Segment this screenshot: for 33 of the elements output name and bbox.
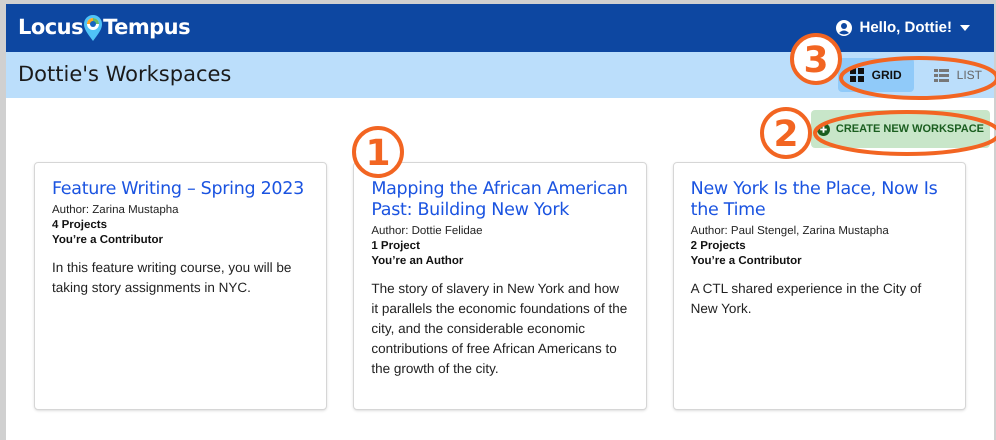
logo-text: Locus [18, 14, 84, 42]
callout-circle [760, 107, 812, 159]
author-text: Author: Dottie Felidae [371, 224, 484, 239]
view-tab[interactable]: LIST [926, 58, 990, 92]
logo-text: Tempus [103, 14, 190, 42]
workspace-card[interactable]: New York Is the Place, Now Is the Time Author: Paul Stengel, Zarina Mustapha 2 Projects You’re a Contributor A CTL shared experience in the City of New York. [672, 162, 966, 410]
role-text: You’re a Contributor [52, 233, 164, 248]
author-text: Author: Paul Stengel, Zarina Mustapha [690, 224, 890, 239]
role-text: You’re an Author [371, 254, 464, 269]
project-count: 4 Projects [52, 218, 108, 233]
workspace-description: In this feature writing course, you will be taking story assignments in NYC. [52, 259, 292, 297]
workspace-description: A CTL shared experience in the City of New York. [690, 280, 922, 318]
callout-number: 3 [803, 40, 829, 81]
workspace-card[interactable]: Feature Writing – Spring 2023 Author: Zarina Mustapha 4 Projects You’re a Contributor In this feature writing course, you will be taking story assignments in NYC. [34, 162, 328, 410]
workspace-description: The story of slavery in New York and how it parallels the economic foundations of the city, and the considerable economic contributions of free African Americans to the growth of the city. [371, 280, 628, 378]
page-title: Dottie's Workspaces [18, 61, 232, 88]
workspace-title[interactable]: Feature Writing – Spring 2023 [52, 179, 310, 200]
workspace-title[interactable]: New York Is the Place, Now Is the Time [690, 179, 948, 221]
role-text: You’re a Contributor [690, 254, 803, 269]
callout-circle [352, 126, 404, 178]
project-count: 2 Projects [690, 239, 747, 254]
callout-number: 1 [365, 133, 391, 174]
grid-icon [850, 68, 864, 82]
list-icon [934, 68, 949, 82]
plus-icon [816, 122, 830, 136]
project-count: 1 Project [371, 239, 421, 254]
pin-icon [83, 14, 104, 42]
author-text: Author: Zarina Mustapha [52, 203, 180, 218]
user-menu[interactable]: Hello, Dottie! [836, 16, 982, 40]
caret-icon [960, 25, 970, 31]
callout-number: 2 [773, 114, 799, 155]
workspace-title[interactable]: Mapping the African American Past: Building New York [371, 179, 629, 221]
user-icon [836, 20, 852, 36]
